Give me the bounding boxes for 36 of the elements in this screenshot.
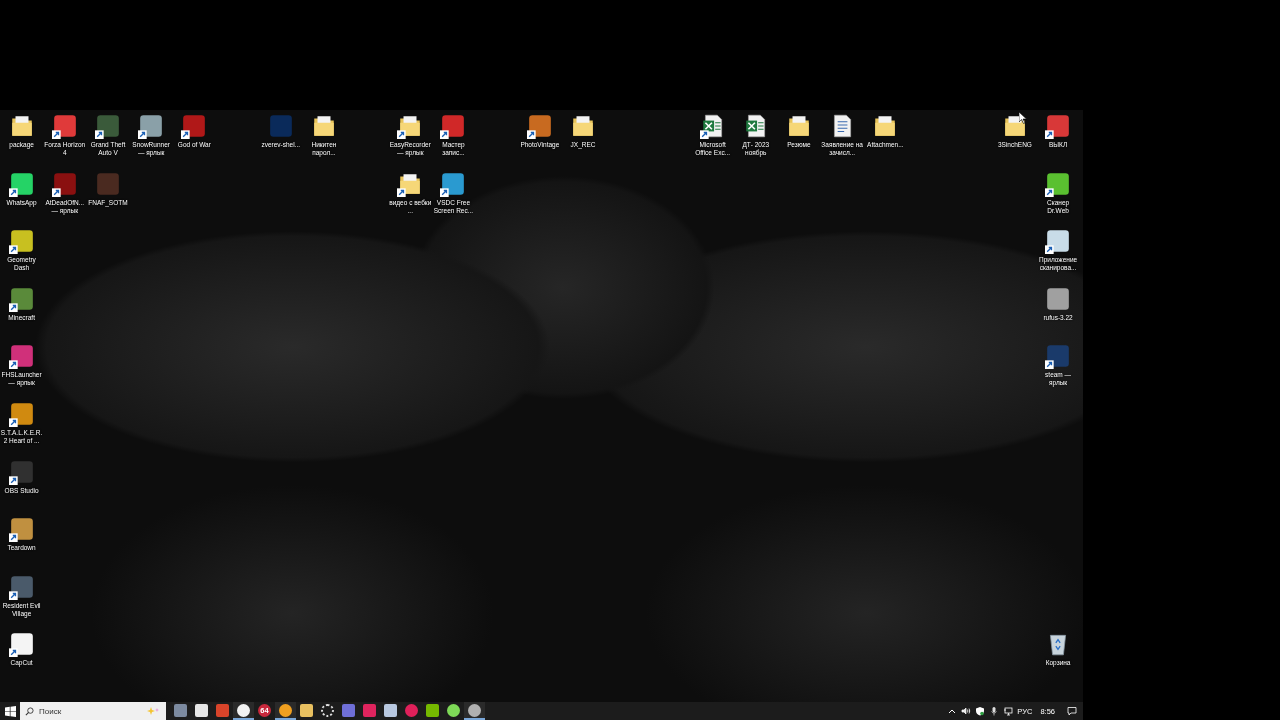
search-field[interactable]: Поиск (20, 702, 166, 720)
app-tile-icon[interactable] (8, 170, 35, 197)
app-tile-icon[interactable] (8, 573, 35, 600)
app-tile-icon[interactable] (1045, 285, 1072, 312)
app-tile-icon[interactable] (8, 400, 35, 427)
taskbar-app-button[interactable] (464, 702, 485, 720)
app-tile-icon[interactable] (8, 228, 35, 255)
taskbar-app-button[interactable] (233, 702, 254, 720)
app-tile-icon[interactable] (1045, 343, 1072, 370)
app-tile-icon[interactable] (8, 458, 35, 485)
app-tile-icon[interactable] (8, 343, 35, 370)
app-tile-icon[interactable] (94, 170, 121, 197)
windows-logo-icon (4, 705, 16, 717)
app-tile-icon[interactable] (8, 631, 35, 658)
app-tile-icon[interactable] (94, 113, 121, 139)
speaker-icon[interactable] (961, 706, 972, 716)
app-tile-icon[interactable] (440, 113, 467, 139)
app-tile-icon[interactable] (181, 113, 208, 139)
app-tile-icon[interactable] (51, 113, 78, 139)
app-tile-icon[interactable] (1045, 113, 1072, 139)
shield-icon[interactable] (975, 706, 986, 716)
mouse-pointer-icon (1019, 112, 1027, 124)
app-tile-icon[interactable] (526, 113, 553, 139)
app-tile-icon[interactable] (267, 113, 294, 139)
app-tile-icon[interactable] (8, 285, 35, 312)
app-tile-icon[interactable] (138, 113, 165, 139)
notification-icon[interactable] (1067, 706, 1077, 716)
app-tile-icon[interactable] (1045, 170, 1072, 197)
app-tile-icon[interactable] (1045, 228, 1072, 255)
app-tile-icon[interactable] (440, 170, 467, 197)
network-monitor-icon[interactable] (1003, 706, 1014, 716)
microphone-icon[interactable] (989, 706, 1000, 716)
app-tile-icon[interactable] (51, 170, 78, 197)
app-tile-icon[interactable] (8, 516, 35, 543)
sparkle-icon (146, 706, 160, 716)
taskbar-app-button[interactable] (275, 702, 296, 720)
